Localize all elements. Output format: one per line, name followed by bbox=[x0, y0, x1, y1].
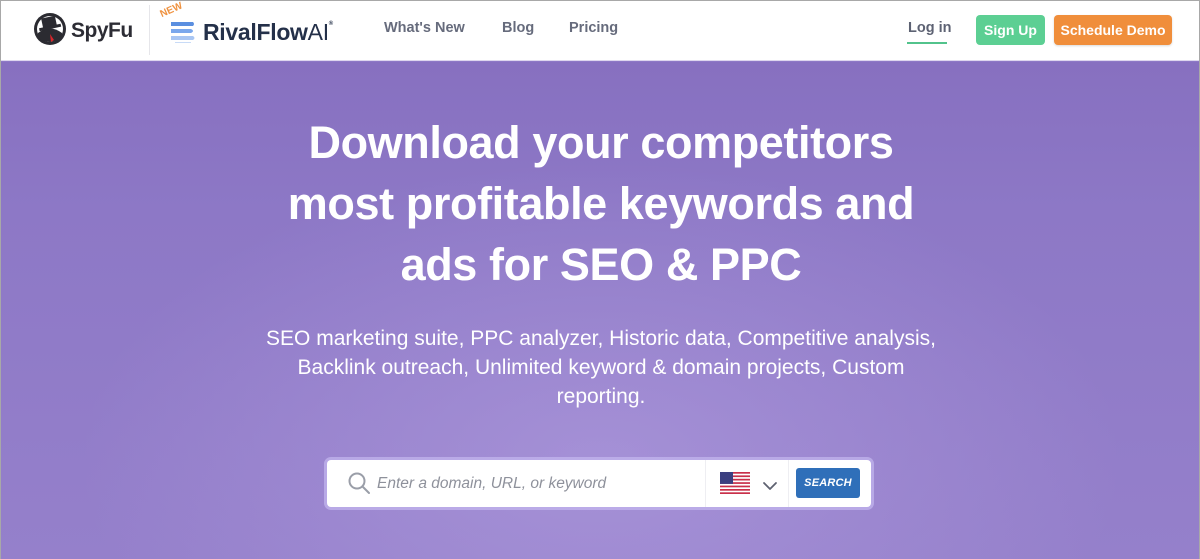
hero-title-line: Download your competitors bbox=[308, 117, 894, 168]
search-input[interactable] bbox=[377, 468, 697, 499]
rivalflow-name: RivalFlow bbox=[203, 19, 308, 45]
rivalflow-ai-suffix: AI bbox=[307, 19, 329, 45]
brand-divider bbox=[149, 5, 150, 55]
nav-link-pricing[interactable]: Pricing bbox=[569, 20, 618, 36]
schedule-demo-button[interactable]: Schedule Demo bbox=[1054, 15, 1172, 45]
hero-subtitle-line: Backlink outreach, Unlimited keyword & d… bbox=[297, 356, 905, 379]
search-button[interactable]: SEARCH bbox=[796, 468, 860, 498]
chevron-down-icon bbox=[762, 478, 778, 496]
nav-link-whats-new[interactable]: What's New bbox=[384, 20, 465, 36]
search-icon bbox=[347, 471, 371, 500]
top-navbar: SpyFu NEW RivalFlowAI® What's New Blog P… bbox=[1, 0, 1199, 61]
hero-subtitle-line: reporting. bbox=[556, 385, 646, 408]
new-badge: NEW bbox=[158, 0, 185, 20]
us-flag-icon bbox=[720, 472, 750, 499]
spyfu-wordmark: SpyFu bbox=[71, 19, 133, 42]
hero-subtitle: SEO marketing suite, PPC analyzer, Histo… bbox=[201, 324, 1001, 411]
rivalflow-logo-link[interactable]: NEW RivalFlowAI® bbox=[159, 0, 351, 53]
hero-subtitle-line: SEO marketing suite, PPC analyzer, Histo… bbox=[266, 327, 936, 350]
sign-up-button[interactable]: Sign Up bbox=[976, 15, 1045, 45]
hero-title: Download your competitors most profitabl… bbox=[201, 112, 1001, 295]
login-link[interactable]: Log in bbox=[908, 20, 952, 36]
country-select[interactable] bbox=[705, 460, 789, 507]
hero-title-line: most profitable keywords and bbox=[287, 178, 915, 229]
search-bar: SEARCH bbox=[327, 460, 871, 507]
rivalflow-waves-icon bbox=[169, 20, 197, 49]
spyfu-logo-link[interactable]: SpyFu bbox=[33, 12, 133, 51]
hero-title-line: ads for SEO & PPC bbox=[400, 239, 802, 290]
registered-mark: ® bbox=[328, 21, 333, 27]
spyfu-spy-icon bbox=[33, 12, 67, 51]
hero-section: Download your competitors most profitabl… bbox=[1, 62, 1199, 559]
login-underline bbox=[907, 42, 947, 44]
rivalflow-wordmark: RivalFlowAI® bbox=[203, 19, 333, 46]
nav-link-blog[interactable]: Blog bbox=[502, 20, 534, 36]
